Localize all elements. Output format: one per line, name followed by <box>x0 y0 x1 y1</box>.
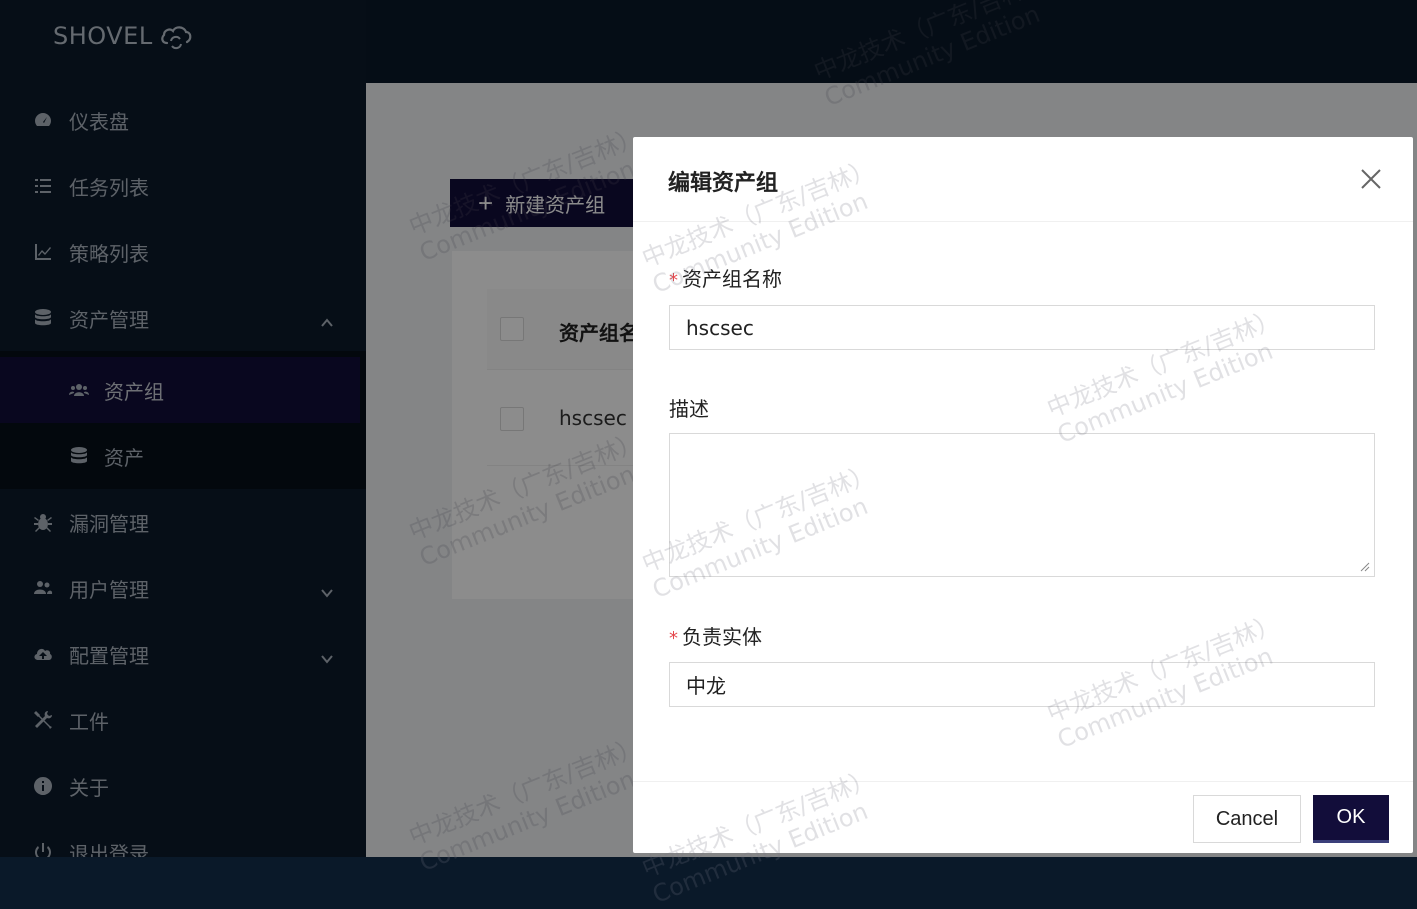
required-mark: * <box>669 628 678 649</box>
cancel-button[interactable]: Cancel <box>1193 795 1301 843</box>
name-field-label: * 资产组名称 <box>669 267 782 291</box>
ok-button[interactable]: OK <box>1313 795 1389 843</box>
close-icon[interactable] <box>1359 167 1383 191</box>
dialog-footer: Cancel OK <box>633 781 1413 854</box>
description-textarea[interactable] <box>669 433 1375 577</box>
edit-asset-group-dialog: 编辑资产组 *资产组名称 描述 *负责实体 Cancel OK 中龙技术（广东/… <box>633 137 1413 909</box>
resize-grip-icon[interactable] <box>1360 562 1370 572</box>
required-mark: * <box>669 270 678 291</box>
description-field-label: 描述 <box>669 397 709 421</box>
owner-field-label: * 负责实体 <box>669 625 762 649</box>
dialog-title: 编辑资产组 <box>668 171 779 196</box>
dialog-header: 编辑资产组 <box>633 137 1413 222</box>
owner-input[interactable] <box>669 662 1375 707</box>
asset-group-name-input[interactable] <box>669 305 1375 350</box>
